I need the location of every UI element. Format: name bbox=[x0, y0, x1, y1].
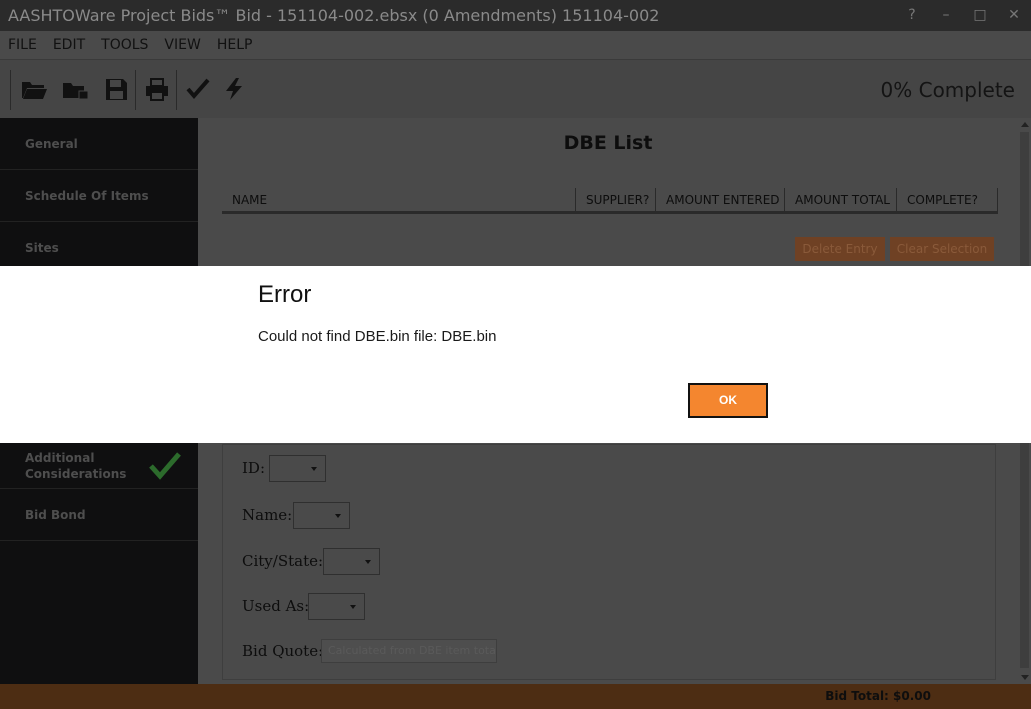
scroll-down-icon[interactable] bbox=[1021, 675, 1029, 680]
dialog-message: Could not find DBE.bin file: DBE.bin bbox=[258, 328, 497, 345]
bid-total: Bid Total: $0.00 bbox=[825, 689, 931, 703]
title-bar: AASHTOWare Project Bids™ Bid - 151104-00… bbox=[0, 0, 1031, 31]
column-supplier[interactable]: SUPPLIER? bbox=[576, 188, 656, 211]
sidebar-item-bid-bond[interactable]: Bid Bond bbox=[0, 489, 198, 541]
menu-help[interactable]: HELP bbox=[217, 37, 253, 53]
window-title: AASHTOWare Project Bids™ Bid - 151104-00… bbox=[8, 6, 660, 25]
column-amount-entered[interactable]: AMOUNT ENTERED bbox=[656, 188, 785, 211]
delete-entry-button[interactable]: Delete Entry bbox=[795, 237, 885, 261]
close-icon[interactable]: ✕ bbox=[997, 0, 1031, 31]
menu-bar: FILE EDIT TOOLS VIEW HELP bbox=[0, 31, 1031, 59]
sidebar-item-label: Additional Considerations bbox=[25, 450, 127, 481]
used-as-label: Used As: bbox=[242, 597, 310, 615]
toolbar: 0% Complete bbox=[0, 59, 1031, 118]
print-icon[interactable] bbox=[143, 76, 171, 102]
toolbar-separator bbox=[176, 70, 177, 110]
minimize-icon[interactable]: – bbox=[929, 0, 963, 31]
help-icon[interactable]: ? bbox=[895, 0, 929, 31]
id-label: ID: bbox=[242, 459, 266, 477]
status-footer: Bid Total: $0.00 bbox=[0, 684, 1031, 709]
menu-view[interactable]: VIEW bbox=[164, 37, 200, 53]
sidebar-item-schedule-of-items[interactable]: Schedule Of Items bbox=[0, 170, 198, 222]
sidebar-item-additional-considerations[interactable]: Additional Considerations bbox=[0, 443, 198, 489]
check-icon[interactable] bbox=[184, 76, 212, 102]
open-network-icon[interactable] bbox=[62, 76, 90, 102]
sidebar-item-label: General bbox=[25, 136, 78, 151]
city-state-label: City/State: bbox=[242, 552, 324, 570]
maximize-icon[interactable]: □ bbox=[963, 0, 997, 31]
menu-file[interactable]: FILE bbox=[8, 37, 37, 53]
ok-button[interactable]: OK bbox=[688, 383, 768, 418]
name-dropdown[interactable] bbox=[293, 502, 350, 529]
column-complete[interactable]: COMPLETE? bbox=[897, 188, 998, 211]
open-folder-icon[interactable] bbox=[20, 76, 48, 102]
save-icon[interactable] bbox=[102, 76, 130, 102]
sidebar-item-general[interactable]: General bbox=[0, 118, 198, 170]
menu-edit[interactable]: EDIT bbox=[53, 37, 85, 53]
checkmark-icon bbox=[148, 451, 182, 481]
page-title: DBE List bbox=[563, 132, 653, 154]
sidebar-item-label: Schedule Of Items bbox=[25, 188, 149, 203]
sidebar-item-label: Bid Bond bbox=[25, 507, 86, 522]
dialog-title: Error bbox=[258, 281, 312, 308]
column-amount-total[interactable]: AMOUNT TOTAL bbox=[785, 188, 897, 211]
bid-quote-field[interactable]: Calculated from DBE item tota bbox=[321, 639, 497, 663]
error-dialog: Error Could not find DBE.bin file: DBE.b… bbox=[0, 266, 1031, 443]
clear-selection-button[interactable]: Clear Selection bbox=[890, 237, 994, 261]
name-label: Name: bbox=[242, 506, 293, 524]
dbe-table-header: NAME SUPPLIER? AMOUNT ENTERED AMOUNT TOT… bbox=[222, 188, 998, 214]
column-name[interactable]: NAME bbox=[222, 188, 576, 211]
lightning-icon[interactable] bbox=[220, 76, 248, 102]
scroll-up-icon[interactable] bbox=[1021, 122, 1029, 127]
used-as-dropdown[interactable] bbox=[308, 593, 365, 620]
toolbar-separator bbox=[135, 70, 136, 110]
progress-status: 0% Complete bbox=[880, 78, 1015, 102]
sidebar-item-label: Sites bbox=[25, 240, 59, 255]
city-state-dropdown[interactable] bbox=[323, 548, 380, 575]
dbe-form: ID: Name: City/State: Used As: Bid Quote… bbox=[222, 444, 996, 680]
bid-quote-label: Bid Quote: bbox=[242, 642, 324, 660]
toolbar-separator bbox=[10, 70, 11, 110]
menu-tools[interactable]: TOOLS bbox=[101, 37, 148, 53]
id-dropdown[interactable] bbox=[269, 455, 326, 482]
window-controls: ? – □ ✕ bbox=[895, 0, 1031, 31]
